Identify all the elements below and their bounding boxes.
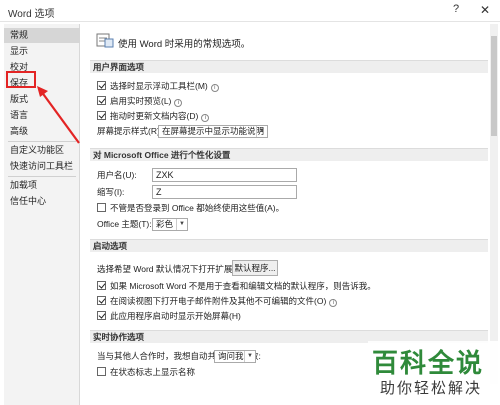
option-label: 选择时显示浮动工具栏(M) bbox=[110, 81, 208, 91]
title-bar: Word 选项 ? ✕ bbox=[0, 0, 500, 22]
option-show-start-screen[interactable]: 此应用程序启动时显示开始屏幕(H) bbox=[97, 310, 241, 323]
chevron-down-icon: ▼ bbox=[244, 351, 255, 362]
general-options-icon bbox=[96, 33, 114, 48]
content-scrollbar[interactable] bbox=[490, 24, 498, 384]
section-ui-options: 用户界面选项 bbox=[90, 60, 488, 73]
initials-label: 缩写(I): bbox=[97, 187, 125, 197]
checkbox[interactable] bbox=[97, 296, 106, 305]
watermark-logo: 百科全说 助你轻松解决 bbox=[368, 341, 498, 403]
option-update-while-drag[interactable]: 拖动时更新文档内容(D) i bbox=[97, 110, 210, 123]
watermark-subtitle: 助你轻松解决 bbox=[380, 379, 483, 397]
chevron-down-icon: ▼ bbox=[256, 126, 267, 137]
save-highlight-box bbox=[6, 71, 36, 88]
share-changes-select[interactable]: 询问我 ▼ bbox=[214, 350, 256, 363]
checkbox[interactable] bbox=[97, 96, 106, 105]
checkbox[interactable] bbox=[97, 203, 106, 212]
option-label: 在阅读视图下打开电子邮件附件及其他不可编辑的文件(O) bbox=[110, 296, 327, 306]
option-label: 启用实时预览(L) bbox=[110, 96, 172, 106]
chevron-down-icon: ▼ bbox=[176, 219, 187, 230]
section-startup: 启动选项 bbox=[90, 239, 488, 252]
window-title: Word 选项 bbox=[8, 9, 55, 20]
checkbox[interactable] bbox=[97, 111, 106, 120]
sidebar-item-display[interactable]: 显示 bbox=[4, 44, 80, 59]
sidebar-item-add-ins[interactable]: 加载项 bbox=[4, 178, 80, 193]
close-icon[interactable]: ✕ bbox=[478, 3, 492, 17]
office-theme-select[interactable]: 彩色 ▼ bbox=[152, 218, 188, 231]
option-label: 此应用程序启动时显示开始屏幕(H) bbox=[110, 311, 241, 321]
checkbox[interactable] bbox=[97, 367, 106, 376]
info-icon: i bbox=[329, 299, 338, 307]
option-show-names[interactable]: 在状态标志上显示名称 bbox=[97, 366, 195, 379]
option-label: 在状态标志上显示名称 bbox=[110, 367, 196, 377]
select-value: 彩色 bbox=[156, 219, 174, 229]
info-icon: i bbox=[174, 99, 183, 107]
checkbox[interactable] bbox=[97, 311, 106, 320]
option-mini-toolbar[interactable]: 选择时显示浮动工具栏(M) i bbox=[97, 80, 219, 93]
info-icon: i bbox=[210, 84, 219, 92]
select-value: 询问我 bbox=[218, 351, 244, 361]
option-label: 拖动时更新文档内容(D) bbox=[110, 111, 199, 121]
option-live-preview[interactable]: 启用实时预览(L) i bbox=[97, 95, 183, 108]
info-icon: i bbox=[201, 114, 210, 122]
default-programs-button[interactable]: 默认程序... bbox=[232, 260, 278, 276]
sidebar-divider bbox=[8, 176, 76, 177]
select-value: 在屏幕提示中显示功能说明 bbox=[162, 126, 265, 136]
option-open-reading-view[interactable]: 在阅读视图下打开电子邮件附件及其他不可编辑的文件(O) i bbox=[97, 295, 338, 308]
tooltip-style-select[interactable]: 在屏幕提示中显示功能说明 ▼ bbox=[158, 125, 268, 138]
section-personalize: 对 Microsoft Office 进行个性化设置 bbox=[90, 148, 488, 161]
checkbox[interactable] bbox=[97, 81, 106, 90]
username-input[interactable]: ZXK bbox=[152, 168, 297, 182]
help-icon[interactable]: ? bbox=[449, 3, 463, 17]
option-always-use[interactable]: 不管是否登录到 Office 都始终使用这些值(A)。 bbox=[97, 202, 284, 215]
username-label: 用户名(U): bbox=[97, 170, 137, 180]
initials-input[interactable]: Z bbox=[152, 185, 297, 199]
checkbox[interactable] bbox=[97, 281, 106, 290]
office-theme-label: Office 主题(T): bbox=[97, 219, 152, 229]
sidebar-item-trust-center[interactable]: 信任中心 bbox=[4, 194, 80, 209]
option-default-program-notify[interactable]: 如果 Microsoft Word 不是用于查看和编辑文档的默认程序，则告诉我。 bbox=[97, 280, 376, 293]
page-intro: 使用 Word 时采用的常规选项。 bbox=[118, 39, 251, 50]
tooltip-style-label: 屏幕提示样式(R): bbox=[97, 126, 163, 136]
scrollbar-thumb[interactable] bbox=[491, 36, 497, 136]
annotation-arrow-icon bbox=[37, 86, 80, 144]
option-label: 如果 Microsoft Word 不是用于查看和编辑文档的默认程序，则告诉我。 bbox=[110, 281, 376, 291]
watermark-title: 百科全说 bbox=[372, 349, 485, 379]
default-ext-label: 选择希望 Word 默认情况下打开扩展名: bbox=[97, 264, 244, 274]
sidebar-item-quick-access-toolbar[interactable]: 快速访问工具栏 bbox=[4, 159, 80, 174]
option-label: 不管是否登录到 Office 都始终使用这些值(A)。 bbox=[110, 203, 285, 213]
sidebar-item-general[interactable]: 常规 bbox=[4, 28, 80, 43]
